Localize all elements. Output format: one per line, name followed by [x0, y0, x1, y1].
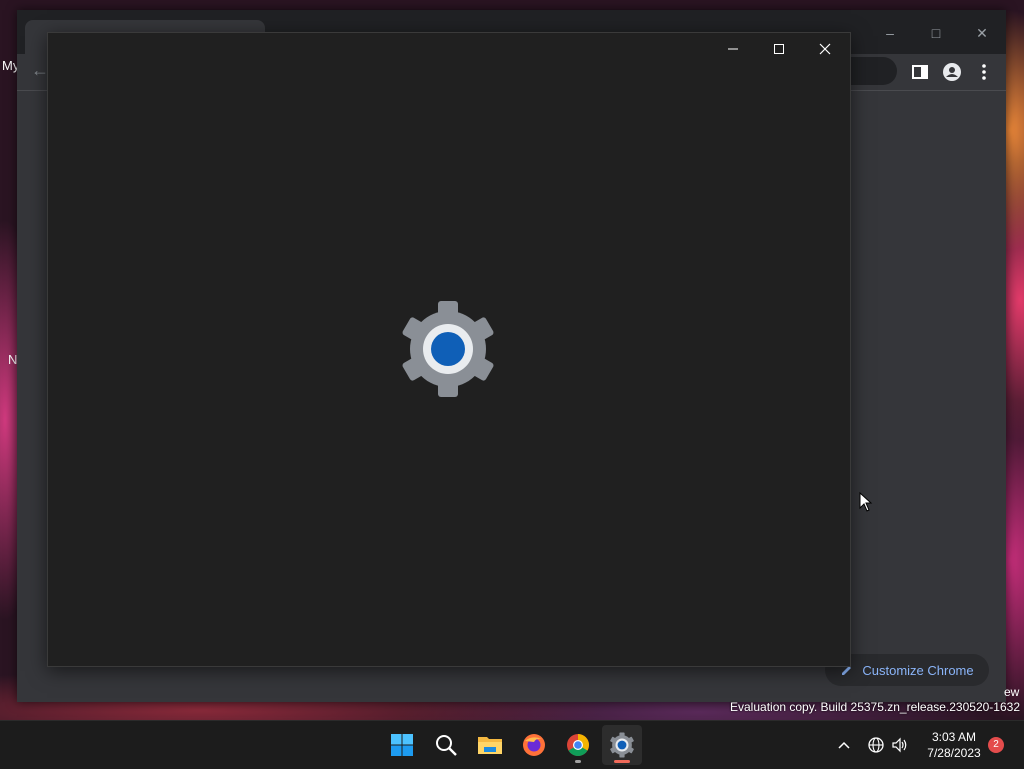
active-indicator [614, 760, 630, 763]
desktop-label-fragment: N [8, 352, 18, 367]
kebab-menu-icon[interactable] [974, 62, 994, 82]
mouse-cursor-icon [859, 491, 873, 512]
evaluation-watermark: Evaluation copy. Build 25375.zn_release.… [730, 700, 1020, 714]
chrome-icon [567, 734, 589, 756]
volume-icon[interactable] [888, 733, 912, 757]
maximize-button[interactable] [756, 33, 802, 65]
minimize-icon[interactable]: – [875, 18, 905, 48]
settings-taskbar-button[interactable] [602, 725, 642, 765]
file-explorer-button[interactable] [470, 725, 510, 765]
minimize-button[interactable] [710, 33, 756, 65]
running-indicator [575, 760, 581, 763]
settings-gear-icon [610, 732, 634, 758]
firefox-icon [523, 734, 545, 756]
clock-date: 7/28/2023 [927, 746, 981, 760]
settings-window[interactable] [47, 32, 851, 667]
start-button[interactable] [382, 725, 422, 765]
taskbar-clock[interactable]: 3:03 AM 7/28/2023 [918, 729, 990, 761]
taskbar: 3:03 AM 7/28/2023 2 [0, 720, 1024, 769]
search-button[interactable] [426, 725, 466, 765]
notification-badge[interactable]: 2 [988, 737, 1004, 753]
network-globe-icon[interactable] [864, 733, 888, 757]
watermark-tail: ew [1004, 685, 1020, 699]
profile-icon[interactable] [942, 62, 962, 82]
windows-logo-icon [391, 734, 413, 756]
minimize-icon [728, 48, 738, 50]
search-icon [436, 735, 457, 756]
maximize-icon [774, 44, 784, 54]
customize-chrome-label: Customize Chrome [862, 662, 974, 678]
folder-icon [478, 737, 502, 754]
side-panel-icon[interactable] [910, 62, 930, 82]
firefox-button[interactable] [514, 725, 554, 765]
chrome-button[interactable] [558, 725, 598, 765]
close-button[interactable] [802, 33, 848, 65]
close-icon[interactable]: ✕ [967, 18, 997, 48]
settings-gear-icon [398, 299, 498, 399]
clock-time: 3:03 AM [931, 730, 977, 744]
close-icon [819, 43, 831, 55]
chevron-up-icon[interactable] [832, 733, 856, 757]
maximize-icon[interactable]: □ [921, 18, 951, 48]
